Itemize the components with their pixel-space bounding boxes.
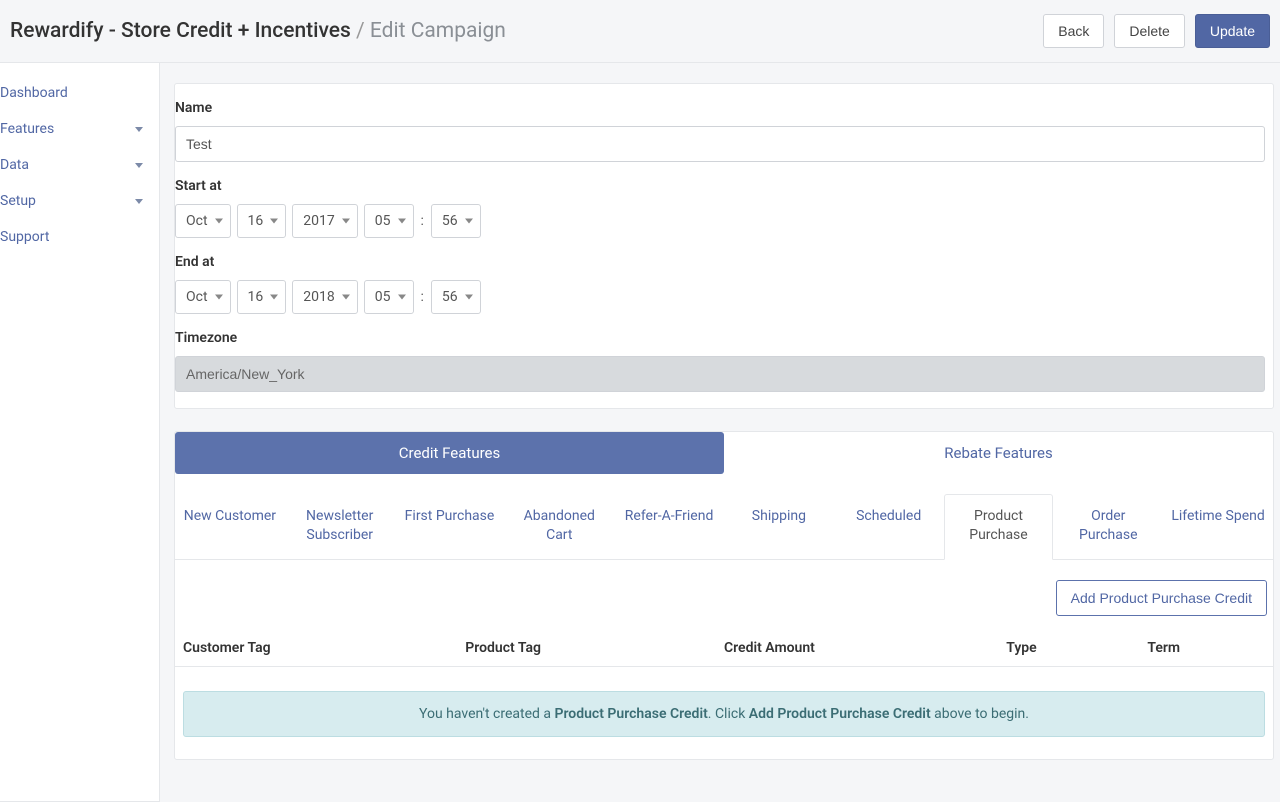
alert-text-mid: . Click — [708, 706, 749, 722]
start-year-select[interactable]: 2017 — [292, 204, 357, 238]
subtab-shipping[interactable]: Shipping — [724, 494, 834, 559]
name-label: Name — [175, 100, 1273, 116]
start-at-label: Start at — [175, 178, 1273, 194]
sidebar-item-label: Features — [0, 121, 54, 137]
start-hour-value: 05 — [375, 213, 391, 229]
end-minute-select[interactable]: 56 — [431, 280, 481, 314]
alert-text-prefix: You haven't created a — [419, 706, 554, 722]
col-product-tag: Product Tag — [465, 640, 724, 656]
start-hour-select[interactable]: 05 — [364, 204, 414, 238]
add-product-purchase-credit-button[interactable]: Add Product Purchase Credit — [1056, 580, 1267, 616]
timezone-input — [175, 356, 1265, 392]
delete-button[interactable]: Delete — [1114, 14, 1184, 48]
feature-main-tabs: Credit Features Rebate Features — [175, 432, 1273, 474]
end-minute-value: 56 — [442, 289, 458, 305]
col-type: Type — [1006, 640, 1147, 656]
sidebar-item-label: Setup — [0, 193, 36, 209]
sidebar-item-setup[interactable]: Setup — [0, 183, 159, 219]
end-day-value: 16 — [248, 289, 264, 305]
subtab-new-customer[interactable]: New Customer — [175, 494, 285, 559]
start-day-select[interactable]: 16 — [237, 204, 287, 238]
main-content: Name Start at Oct 16 2017 05 : 56 End at… — [160, 63, 1280, 802]
end-day-select[interactable]: 16 — [237, 280, 287, 314]
sidebar-item-dashboard[interactable]: Dashboard — [0, 75, 159, 111]
sidebar-item-label: Dashboard — [0, 85, 68, 101]
subtab-abandoned-cart[interactable]: Abandoned Cart — [504, 494, 614, 559]
tab-credit-features[interactable]: Credit Features — [175, 432, 724, 474]
table-header: Customer Tag Product Tag Credit Amount T… — [175, 630, 1273, 667]
start-at-row: Oct 16 2017 05 : 56 — [175, 204, 1273, 238]
start-year-value: 2017 — [303, 213, 334, 229]
start-minute-value: 56 — [442, 213, 458, 229]
time-colon: : — [420, 213, 425, 229]
alert-bold-2: Add Product Purchase Credit — [749, 706, 931, 722]
page-header: Rewardify - Store Credit + Incentives / … — [0, 0, 1280, 63]
sidebar-item-features[interactable]: Features — [0, 111, 159, 147]
add-bar: Add Product Purchase Credit — [175, 560, 1273, 630]
breadcrumb: Rewardify - Store Credit + Incentives / … — [10, 19, 506, 43]
start-month-value: Oct — [186, 213, 208, 229]
tab-rebate-features[interactable]: Rebate Features — [724, 432, 1273, 474]
credits-table: Customer Tag Product Tag Credit Amount T… — [175, 630, 1273, 667]
sidebar: Dashboard Features Data Setup Support — [0, 63, 160, 802]
sidebar-item-label: Support — [0, 229, 49, 245]
end-hour-select[interactable]: 05 — [364, 280, 414, 314]
end-month-select[interactable]: Oct — [175, 280, 231, 314]
alert-text-suffix: above to begin. — [931, 706, 1029, 722]
timezone-label: Timezone — [175, 330, 1273, 346]
start-month-select[interactable]: Oct — [175, 204, 231, 238]
caret-down-icon — [135, 127, 143, 132]
breadcrumb-separator: / — [351, 19, 370, 43]
empty-state-alert: You haven't created a Product Purchase C… — [183, 691, 1265, 737]
end-year-select[interactable]: 2018 — [292, 280, 357, 314]
header-actions: Back Delete Update — [1043, 14, 1270, 48]
update-button[interactable]: Update — [1195, 14, 1270, 48]
sidebar-item-support[interactable]: Support — [0, 219, 159, 255]
subtab-first-purchase[interactable]: First Purchase — [395, 494, 505, 559]
app-title: Rewardify - Store Credit + Incentives — [10, 19, 351, 43]
back-button[interactable]: Back — [1043, 14, 1104, 48]
start-day-value: 16 — [248, 213, 264, 229]
feature-subtabs: New Customer Newsletter Subscriber First… — [175, 494, 1273, 560]
subtab-newsletter-subscriber[interactable]: Newsletter Subscriber — [285, 494, 395, 559]
col-term: Term — [1147, 640, 1265, 656]
subtab-order-purchase[interactable]: Order Purchase — [1053, 494, 1163, 559]
name-input[interactable] — [175, 126, 1265, 162]
end-at-label: End at — [175, 254, 1273, 270]
end-at-row: Oct 16 2018 05 : 56 — [175, 280, 1273, 314]
subtab-product-purchase[interactable]: Product Purchase — [944, 494, 1054, 560]
col-credit-amount: Credit Amount — [724, 640, 1006, 656]
subtab-scheduled[interactable]: Scheduled — [834, 494, 944, 559]
alert-bold-1: Product Purchase Credit — [554, 706, 707, 722]
end-month-value: Oct — [186, 289, 208, 305]
sidebar-item-data[interactable]: Data — [0, 147, 159, 183]
campaign-form-card: Name Start at Oct 16 2017 05 : 56 End at… — [174, 83, 1274, 409]
subtab-lifetime-spend[interactable]: Lifetime Spend — [1163, 494, 1273, 559]
time-colon: : — [420, 289, 425, 305]
end-year-value: 2018 — [303, 289, 334, 305]
end-hour-value: 05 — [375, 289, 391, 305]
start-minute-select[interactable]: 56 — [431, 204, 481, 238]
page-title: Edit Campaign — [370, 19, 506, 43]
caret-down-icon — [135, 163, 143, 168]
col-customer-tag: Customer Tag — [183, 640, 465, 656]
caret-down-icon — [135, 199, 143, 204]
sidebar-item-label: Data — [0, 157, 29, 173]
subtab-refer-a-friend[interactable]: Refer-A-Friend — [614, 494, 724, 559]
features-card: Credit Features Rebate Features New Cust… — [174, 431, 1274, 760]
